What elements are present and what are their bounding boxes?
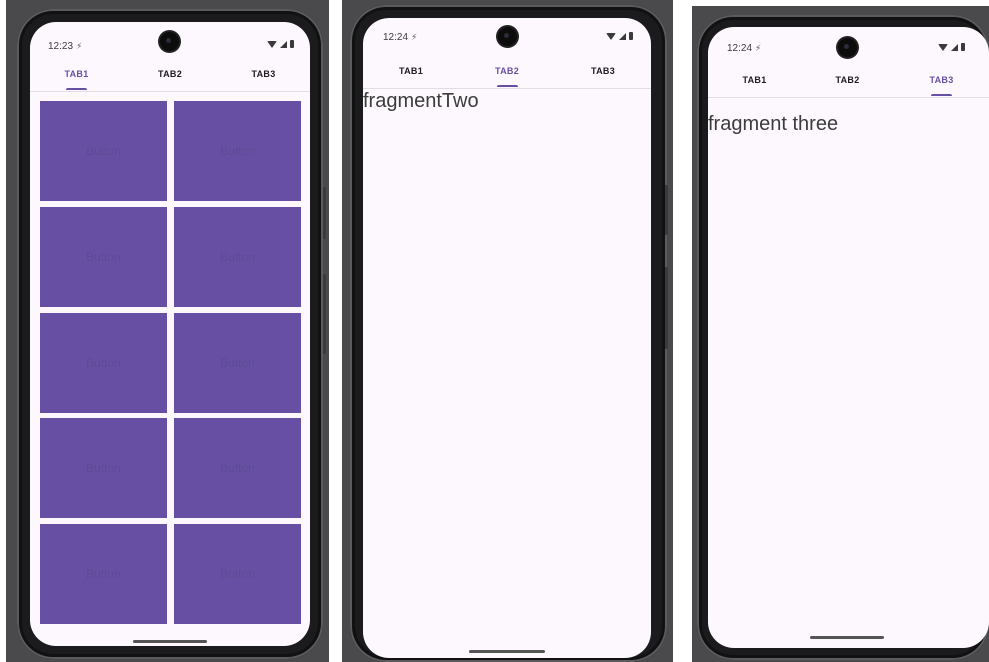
- grid-button-5[interactable]: Button: [40, 313, 167, 413]
- screenshot-stage: 12:23 ⚡ TAB1 TAB2 TAB3 Button Button But…: [0, 0, 989, 662]
- system-icons: [267, 40, 294, 48]
- grid-button-10[interactable]: Button: [174, 524, 301, 624]
- tab-label: TAB1: [64, 69, 89, 79]
- tab-tab1[interactable]: TAB1: [708, 63, 801, 97]
- wifi-icon: [267, 40, 277, 48]
- grid-button-8[interactable]: Button: [174, 418, 301, 518]
- gesture-home-bar[interactable]: [469, 650, 545, 653]
- status-time: 12:23 ⚡: [48, 41, 83, 52]
- status-time: 12:24 ⚡: [727, 43, 762, 54]
- cell-signal-icon: [280, 40, 287, 48]
- volume-key: [665, 185, 668, 235]
- tab-indicator: [496, 85, 518, 87]
- alarm-icon: ⚡: [755, 43, 762, 53]
- tab-tab3[interactable]: TAB3: [217, 57, 310, 91]
- system-icons: [938, 43, 965, 51]
- fragment-text: fragment three: [708, 113, 839, 135]
- grid-button-6[interactable]: Button: [174, 313, 301, 413]
- front-camera-icon: [498, 27, 517, 46]
- tab-tab2[interactable]: TAB2: [801, 63, 894, 97]
- power-key: [323, 274, 326, 354]
- volume-key: [323, 187, 326, 239]
- phone-1-screen: 12:23 ⚡ TAB1 TAB2 TAB3 Button Button But…: [30, 22, 310, 646]
- alarm-icon: ⚡: [411, 32, 418, 42]
- phone-2-screen: 12:24 ⚡ TAB1 TAB2 TAB3 fragmentTwo: [363, 18, 651, 658]
- tab-bar: TAB1 TAB2 TAB3: [363, 54, 651, 89]
- tab-tab1[interactable]: TAB1: [30, 57, 123, 91]
- front-camera-icon: [160, 32, 179, 51]
- phone-3-screen: 12:24 ⚡ TAB1 TAB2 TAB3 fragment three: [708, 27, 989, 648]
- power-key: [665, 267, 668, 349]
- tab-tab1[interactable]: TAB1: [363, 54, 459, 88]
- tab-bar: TAB1 TAB2 TAB3: [30, 57, 310, 92]
- gesture-home-bar[interactable]: [810, 636, 884, 639]
- battery-icon: [629, 32, 633, 40]
- tab-bar: TAB1 TAB2 TAB3: [708, 63, 989, 98]
- alarm-icon: ⚡: [76, 41, 83, 51]
- cell-signal-icon: [951, 43, 958, 51]
- tab-label: TAB2: [835, 75, 860, 85]
- front-camera-icon: [838, 38, 857, 57]
- tab-label: TAB1: [742, 75, 767, 85]
- grid-button-7[interactable]: Button: [40, 418, 167, 518]
- tab-label: TAB1: [398, 66, 424, 76]
- wifi-icon: [938, 43, 948, 51]
- grid-button-4[interactable]: Button: [174, 207, 301, 307]
- gesture-home-bar[interactable]: [133, 640, 207, 643]
- system-icons: [606, 32, 633, 40]
- wifi-icon: [606, 32, 616, 40]
- tab-indicator: [931, 94, 952, 96]
- grid-button-3[interactable]: Button: [40, 207, 167, 307]
- grid-button-9[interactable]: Button: [40, 524, 167, 624]
- tab-label: TAB2: [494, 66, 520, 76]
- battery-icon: [961, 43, 965, 51]
- phone-3: 12:24 ⚡ TAB1 TAB2 TAB3 fragment three: [697, 15, 989, 660]
- phone-1: 12:23 ⚡ TAB1 TAB2 TAB3 Button Button But…: [17, 9, 326, 659]
- tab-label: TAB3: [929, 75, 954, 85]
- grid-button-1[interactable]: Button: [40, 101, 167, 201]
- battery-icon: [290, 40, 294, 48]
- fragment-text: fragmentTwo: [363, 90, 479, 112]
- tab-tab3[interactable]: TAB3: [555, 54, 651, 88]
- tab-label: TAB2: [157, 69, 183, 79]
- tab-tab2[interactable]: TAB2: [123, 57, 217, 91]
- tab-tab2[interactable]: TAB2: [459, 54, 555, 88]
- tab-label: TAB3: [251, 69, 276, 79]
- tab-indicator: [66, 88, 87, 90]
- grid-button-2[interactable]: Button: [174, 101, 301, 201]
- tab-label: TAB3: [590, 66, 616, 76]
- phone-2: 12:24 ⚡ TAB1 TAB2 TAB3 fragmentTwo: [350, 5, 668, 662]
- cell-signal-icon: [619, 32, 626, 40]
- tab-tab3[interactable]: TAB3: [894, 63, 989, 97]
- status-time: 12:24 ⚡: [383, 32, 418, 43]
